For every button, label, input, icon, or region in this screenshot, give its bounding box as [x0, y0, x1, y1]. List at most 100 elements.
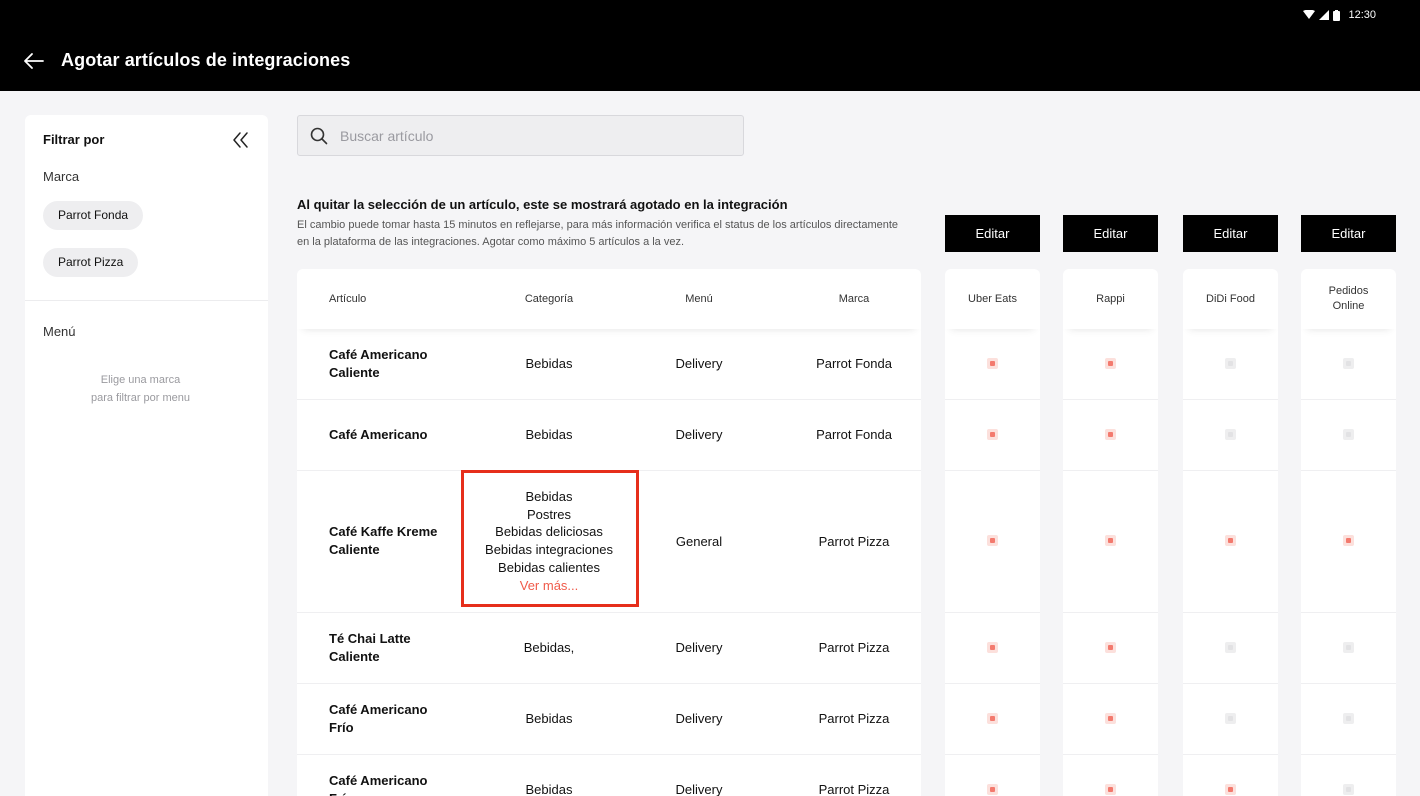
checkbox-checked[interactable] — [987, 642, 998, 653]
item-category: Bebidas, — [523, 640, 575, 655]
checkbox-unchecked[interactable] — [1343, 642, 1354, 653]
item-menu: Delivery — [675, 356, 723, 371]
row-divider — [1063, 470, 1158, 471]
search-box — [297, 115, 744, 156]
brand-chip-parrot-fonda[interactable]: Parrot Fonda — [43, 201, 144, 230]
row-divider — [1063, 754, 1158, 755]
info-title: Al quitar la selección de un artículo, e… — [297, 197, 788, 212]
checkbox-unchecked[interactable] — [1225, 713, 1236, 724]
item-name: Café Americano Frío — [329, 702, 428, 735]
row-divider — [1183, 754, 1278, 755]
checkbox-checked[interactable] — [1225, 784, 1236, 795]
integration-column-uber-eats: Uber Eats — [945, 269, 1040, 796]
info-text: El cambio puede tomar hasta 15 minutos e… — [297, 219, 899, 248]
row-divider — [1183, 470, 1278, 471]
row-divider — [1301, 399, 1396, 400]
item-category: Bebidas — [525, 427, 573, 442]
back-arrow-icon[interactable] — [22, 49, 46, 73]
checkbox-checked[interactable] — [1105, 713, 1116, 724]
battery-icon — [1333, 9, 1341, 21]
app-bar: 12:30 Agotar artículos de integraciones — [0, 0, 1420, 91]
item-brand: Parrot Pizza — [818, 534, 890, 549]
checkbox-checked[interactable] — [1105, 358, 1116, 369]
row-divider — [1063, 399, 1158, 400]
checkbox-checked[interactable] — [1225, 535, 1236, 546]
item-menu: General — [675, 534, 723, 549]
item-name: Café Americano — [329, 427, 428, 442]
checkbox-checked[interactable] — [987, 784, 998, 795]
row-divider — [945, 612, 1040, 613]
checkbox-checked[interactable] — [1105, 642, 1116, 653]
checkbox-checked[interactable] — [987, 713, 998, 724]
item-name: Café Americano Frío — [329, 773, 428, 796]
edit-button-didi-food[interactable]: Editar — [1183, 215, 1278, 252]
row-divider — [1063, 683, 1158, 684]
menu-hint-line: Elige una marca — [100, 374, 181, 386]
column-header-category: Categoría — [524, 293, 574, 305]
checkbox-unchecked[interactable] — [1225, 642, 1236, 653]
divider — [25, 300, 268, 301]
integration-name: DiDi Food — [1206, 293, 1255, 305]
row-divider — [1301, 470, 1396, 471]
checkbox-unchecked[interactable] — [1343, 784, 1354, 795]
integration-name: Rappi — [1096, 293, 1125, 305]
row-divider — [945, 683, 1040, 684]
column-header-menu: Menú — [685, 293, 713, 305]
brand-label: Marca — [43, 169, 80, 184]
row-divider — [1183, 612, 1278, 613]
row-divider — [297, 683, 921, 684]
checkbox-unchecked[interactable] — [1225, 429, 1236, 440]
checkbox-checked[interactable] — [987, 358, 998, 369]
row-divider — [1301, 612, 1396, 613]
item-category: Bebidas — [525, 711, 573, 726]
integration-column-pedidos-online: Pedidos Online — [1301, 269, 1396, 796]
item-menu: Delivery — [675, 711, 723, 726]
menu-hint-line: para filtrar por menu — [90, 392, 191, 404]
column-header-item: Artículo — [329, 293, 367, 305]
edit-button-pedidos-online[interactable]: Editar — [1301, 215, 1396, 252]
row-divider — [945, 754, 1040, 755]
edit-button-uber-eats[interactable]: Editar — [945, 215, 1040, 252]
checkbox-checked[interactable] — [1343, 535, 1354, 546]
collapse-double-chevron-icon[interactable] — [230, 130, 252, 150]
integration-name: Pedidos Online — [1328, 285, 1369, 312]
edit-button-rappi[interactable]: Editar — [1063, 215, 1158, 252]
integration-column-rappi: Rappi — [1063, 269, 1158, 796]
row-divider — [1301, 683, 1396, 684]
category-highlight-box — [461, 470, 639, 607]
page-title: Agotar artículos de integraciones — [61, 50, 351, 70]
integration-name: Uber Eats — [968, 293, 1017, 305]
item-menu: Delivery — [675, 782, 723, 796]
item-brand: Parrot Fonda — [816, 427, 892, 442]
row-divider — [945, 470, 1040, 471]
item-name: Té Chai Latte Caliente — [329, 631, 411, 664]
checkbox-checked[interactable] — [987, 429, 998, 440]
checkbox-unchecked[interactable] — [1343, 713, 1354, 724]
item-brand: Parrot Pizza — [818, 782, 890, 796]
item-brand: Parrot Pizza — [818, 711, 890, 726]
checkbox-checked[interactable] — [1105, 429, 1116, 440]
row-divider — [297, 612, 921, 613]
checkbox-unchecked[interactable] — [1343, 429, 1354, 440]
item-category: Bebidas — [525, 782, 573, 796]
row-divider — [297, 754, 921, 755]
checkbox-unchecked[interactable] — [1343, 358, 1354, 369]
brand-chip-parrot-pizza[interactable]: Parrot Pizza — [43, 248, 139, 277]
checkbox-checked[interactable] — [1105, 784, 1116, 795]
search-icon — [310, 127, 328, 145]
status-bar: 12:30 — [1303, 9, 1376, 21]
checkbox-checked[interactable] — [1105, 535, 1116, 546]
item-name: Café Americano Caliente — [329, 347, 428, 380]
checkbox-unchecked[interactable] — [1225, 358, 1236, 369]
status-time: 12:30 — [1348, 9, 1376, 21]
search-input[interactable] — [340, 116, 730, 155]
signal-icon — [1319, 10, 1330, 20]
item-menu: Delivery — [675, 427, 723, 442]
column-header-brand: Marca — [838, 293, 870, 305]
menu-label: Menú — [43, 324, 76, 339]
row-divider — [297, 399, 921, 400]
checkbox-checked[interactable] — [987, 535, 998, 546]
item-name: Café Kaffe Kreme Caliente — [329, 524, 438, 557]
wifi-icon — [1303, 10, 1316, 19]
item-menu: Delivery — [675, 640, 723, 655]
